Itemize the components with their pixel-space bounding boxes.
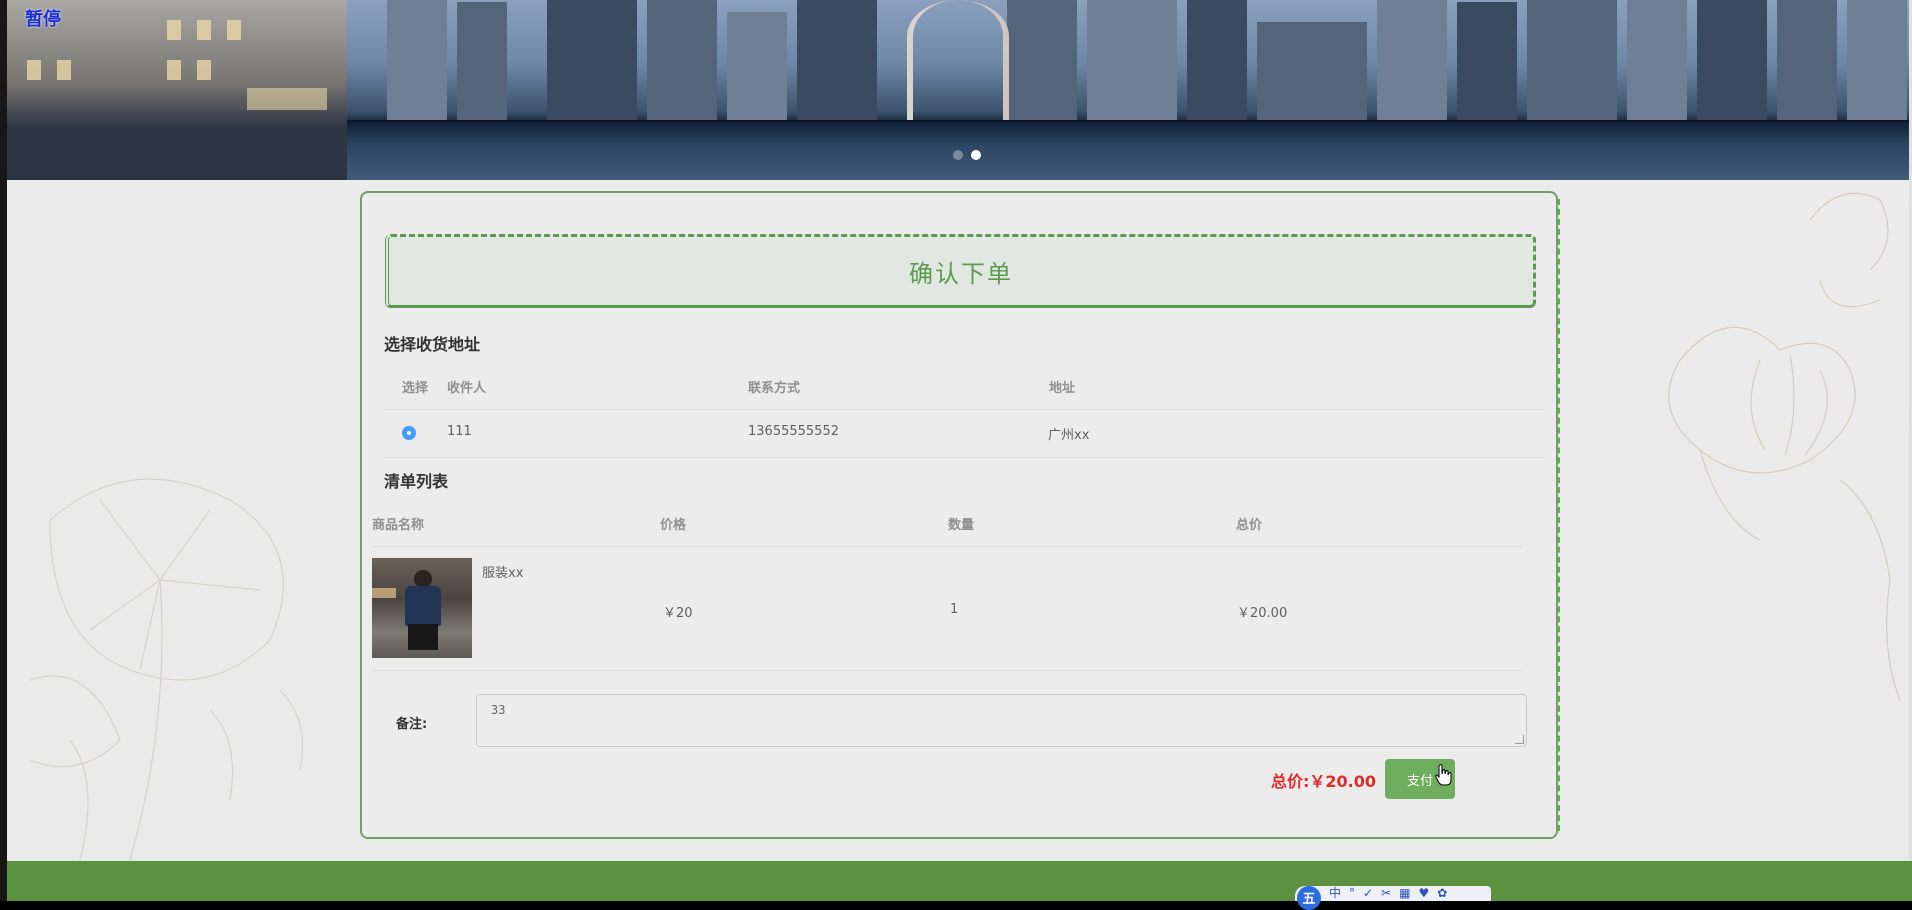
- product-thumbnail[interactable]: [372, 558, 472, 658]
- col-total: 总价: [1236, 518, 1263, 533]
- carousel-dot[interactable]: [953, 150, 963, 160]
- ime-chinese-mode[interactable]: 中: [1329, 886, 1341, 901]
- item-row: 服装xx ￥20 1 ￥20.00: [372, 546, 1522, 670]
- ime-toolbar[interactable]: 五 中 ° ✓ ✂ ▦ ♥ ✿: [1295, 885, 1491, 910]
- product-quantity: 1: [950, 602, 959, 617]
- page-title: 确认下单: [909, 259, 1013, 288]
- phone-value: 13655555552: [748, 424, 839, 439]
- address-table: 选择 收件人 联系方式 地址 111 13655555552 广州xx: [384, 369, 1544, 459]
- col-product-name: 商品名称: [372, 518, 425, 533]
- address-radio[interactable]: [402, 426, 416, 440]
- ime-check-icon[interactable]: ✓: [1363, 886, 1373, 901]
- items-table: 商品名称 价格 数量 总价 服装xx ￥20 1 ￥20.00: [372, 506, 1522, 676]
- hero-carousel[interactable]: 暂停: [7, 0, 1912, 180]
- ime-scissors-icon[interactable]: ✂: [1381, 886, 1391, 901]
- product-price: ￥20: [663, 606, 693, 621]
- list-section-title: 清单列表: [384, 472, 449, 491]
- note-label: 备注:: [396, 717, 428, 732]
- col-phone: 联系方式: [748, 381, 801, 396]
- product-name[interactable]: 服装xx: [482, 562, 523, 581]
- order-title-box: 确认下单: [385, 234, 1536, 308]
- window-edge: [0, 0, 7, 901]
- ime-settings-icon[interactable]: ✿: [1437, 886, 1447, 901]
- address-row[interactable]: 111 13655555552 广州xx: [384, 409, 1544, 457]
- lotus-decoration-right: [1668, 192, 1901, 700]
- col-price: 价格: [660, 518, 687, 533]
- recipient-value: 111: [447, 424, 472, 439]
- note-textarea[interactable]: 33: [476, 694, 1527, 747]
- product-total: ￥20.00: [1237, 606, 1288, 621]
- order-total: 总价:￥20.00: [1271, 772, 1377, 791]
- lotus-decoration-left: [29, 478, 304, 860]
- carousel-dot-active[interactable]: [971, 150, 981, 160]
- col-select: 选择: [402, 381, 429, 396]
- order-confirm-card: 确认下单 选择收货地址 选择 收件人 联系方式 地址 111 136555555…: [360, 191, 1560, 839]
- col-quantity: 数量: [948, 518, 975, 533]
- address-value: 广州xx: [1048, 428, 1090, 443]
- ime-keyboard-icon[interactable]: ▦: [1399, 886, 1410, 901]
- hand-cursor-icon: [1435, 764, 1452, 786]
- carousel-pause-label[interactable]: 暂停: [25, 5, 61, 31]
- carousel-indicators: [953, 150, 981, 160]
- col-address: 地址: [1049, 381, 1076, 396]
- page: 暂停 确认下单 选择收货地址 选择 收件人 联系方式 地址 111 136555…: [0, 0, 1912, 910]
- col-recipient: 收件人: [447, 381, 487, 396]
- page-footer: [7, 861, 1912, 901]
- ime-punctuation-icon[interactable]: °: [1349, 886, 1355, 901]
- address-section-title: 选择收货地址: [384, 335, 481, 354]
- ime-logo-icon[interactable]: 五: [1297, 885, 1321, 910]
- ime-skin-icon[interactable]: ♥: [1418, 886, 1429, 901]
